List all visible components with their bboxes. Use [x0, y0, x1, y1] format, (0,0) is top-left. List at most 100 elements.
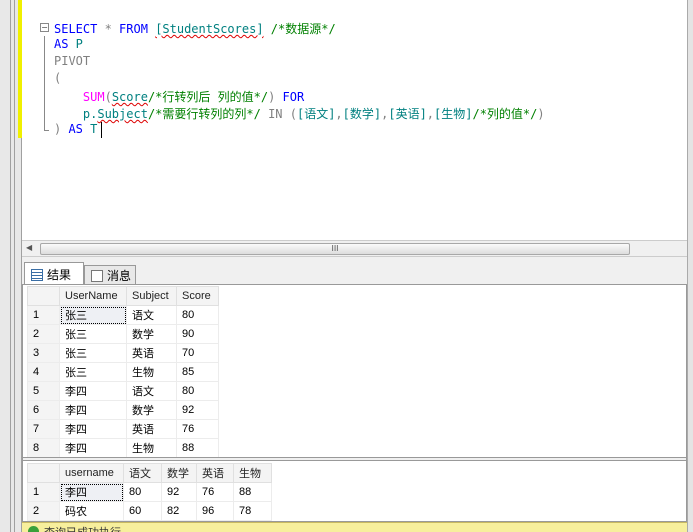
corner-cell[interactable] [27, 463, 60, 483]
code-token: , [335, 107, 343, 121]
row-number[interactable]: 1 [27, 482, 60, 502]
cell[interactable]: 88 [176, 438, 219, 458]
cell[interactable]: 85 [176, 362, 219, 382]
status-bar: 查询已成功执行。 [22, 522, 687, 532]
cell[interactable]: 语文 [126, 381, 177, 401]
cell[interactable]: 张三 [59, 324, 127, 344]
cell[interactable]: 80 [176, 305, 219, 325]
column-header[interactable]: Score [176, 286, 219, 306]
row-number[interactable]: 6 [27, 400, 60, 420]
tab-label: 消息 [107, 269, 132, 283]
code-line: SELECT * FROM [StudentScores] /*数据源*/ [54, 20, 336, 37]
row-number[interactable]: 7 [27, 419, 60, 439]
cell[interactable]: 李四 [59, 400, 127, 420]
status-text: 查询已成功执行。 [44, 524, 132, 532]
column-header[interactable]: 数学 [161, 463, 197, 483]
cell[interactable]: 数学 [126, 400, 177, 420]
grid-icon [31, 269, 43, 281]
cell[interactable]: 88 [233, 482, 272, 502]
code-line: AS P [54, 37, 83, 51]
cell[interactable]: 80 [176, 381, 219, 401]
corner-cell[interactable] [27, 286, 60, 306]
code-line: ( [54, 71, 61, 85]
table-row[interactable]: 5 李四 语文 80 [27, 381, 219, 401]
code-token: IN ( [260, 107, 297, 121]
cell[interactable]: 60 [123, 501, 162, 521]
code-token: [生物] [434, 107, 473, 121]
cell[interactable]: 李四 [59, 438, 127, 458]
cell[interactable]: 90 [176, 324, 219, 344]
table-row[interactable]: 1 李四 80 92 76 88 [27, 482, 272, 502]
cell[interactable]: 92 [161, 482, 197, 502]
row-number[interactable]: 8 [27, 438, 60, 458]
table-row[interactable]: 8 李四 生物 88 [27, 438, 219, 458]
tab-messages[interactable]: 消息 [84, 265, 136, 284]
cell[interactable]: 78 [233, 501, 272, 521]
code-token: P [68, 37, 83, 51]
table-row[interactable]: 3 张三 英语 70 [27, 343, 219, 363]
table-row[interactable]: 6 李四 数学 92 [27, 400, 219, 420]
cell[interactable]: 张三 [59, 362, 127, 382]
cell[interactable]: 76 [176, 419, 219, 439]
cell[interactable]: 生物 [126, 362, 177, 382]
table-row[interactable]: 4 张三 生物 85 [27, 362, 219, 382]
cell[interactable]: 70 [176, 343, 219, 363]
code-token: SUM [82, 90, 105, 104]
cell[interactable]: 张三 [59, 305, 127, 325]
code-token: AS [61, 122, 83, 136]
code-token: [英语] [388, 107, 427, 121]
code-line: p.Subject/*需要行转列的列*/ IN ([语文],[数学],[英语],… [54, 105, 545, 122]
scroll-left-icon[interactable]: ◀ [26, 243, 32, 252]
fold-collapse-icon[interactable]: − [40, 23, 49, 32]
code-line: ) AS T [54, 122, 97, 136]
row-number[interactable]: 2 [27, 501, 60, 521]
table-row[interactable]: 1 张三 语文 80 [27, 305, 219, 325]
cell[interactable]: 李四 [59, 419, 127, 439]
code-token: * [97, 22, 120, 36]
code-token: [语文] [296, 107, 336, 121]
row-number[interactable]: 1 [27, 305, 60, 325]
cell[interactable]: 数学 [126, 324, 177, 344]
cell[interactable]: 82 [161, 501, 197, 521]
cell[interactable]: 李四 [59, 482, 124, 502]
row-number[interactable]: 4 [27, 362, 60, 382]
code-token: [数学] [342, 107, 382, 121]
cell[interactable]: 李四 [59, 381, 127, 401]
column-header[interactable]: username [59, 463, 124, 483]
grid-separator [23, 457, 686, 461]
row-number[interactable]: 3 [27, 343, 60, 363]
cell[interactable]: 英语 [126, 419, 177, 439]
column-header[interactable]: UserName [59, 286, 127, 306]
code-line: SUM(Score/*行转列后 列的值*/) FOR [54, 88, 304, 105]
cell[interactable]: 张三 [59, 343, 127, 363]
header-row: UserName Subject Score [27, 286, 219, 306]
table-row[interactable]: 2 张三 数学 90 [27, 324, 219, 344]
results-pane: UserName Subject Score 1 张三 语文 80 2 张三 数学 90 3 张三 英语 7… [22, 284, 687, 522]
cell[interactable]: 码农 [59, 501, 124, 521]
tab-results[interactable]: 结果 [24, 262, 84, 284]
column-header[interactable]: Subject [126, 286, 177, 306]
vertical-scrollbar[interactable] [687, 0, 693, 532]
column-header[interactable]: 生物 [233, 463, 272, 483]
cell[interactable]: 语文 [126, 305, 177, 325]
cell[interactable]: 英语 [126, 343, 177, 363]
cell[interactable]: 80 [123, 482, 162, 502]
message-icon [91, 270, 103, 282]
result-grid-1[interactable]: UserName Subject Score 1 张三 语文 80 2 张三 数学 90 3 张三 英语 7… [27, 286, 219, 458]
cell[interactable]: 生物 [126, 438, 177, 458]
column-header[interactable]: 语文 [123, 463, 162, 483]
row-number[interactable]: 5 [27, 381, 60, 401]
cell[interactable]: 92 [176, 400, 219, 420]
column-header[interactable]: 英语 [196, 463, 234, 483]
code-token: Subject [97, 107, 148, 121]
scroll-thumb[interactable]: III [40, 243, 630, 255]
code-token: , [426, 107, 435, 121]
horizontal-scrollbar[interactable]: ◀ III [22, 240, 687, 257]
row-number[interactable]: 2 [27, 324, 60, 344]
table-row[interactable]: 7 李四 英语 76 [27, 419, 219, 439]
code-token: */ [321, 22, 336, 36]
result-grid-2[interactable]: username 语文 数学 英语 生物 1 李四 80 92 76 88 2 码农 60 82 96 78 [27, 463, 272, 521]
cell[interactable]: 96 [196, 501, 234, 521]
cell[interactable]: 76 [196, 482, 234, 502]
table-row[interactable]: 2 码农 60 82 96 78 [27, 501, 272, 521]
